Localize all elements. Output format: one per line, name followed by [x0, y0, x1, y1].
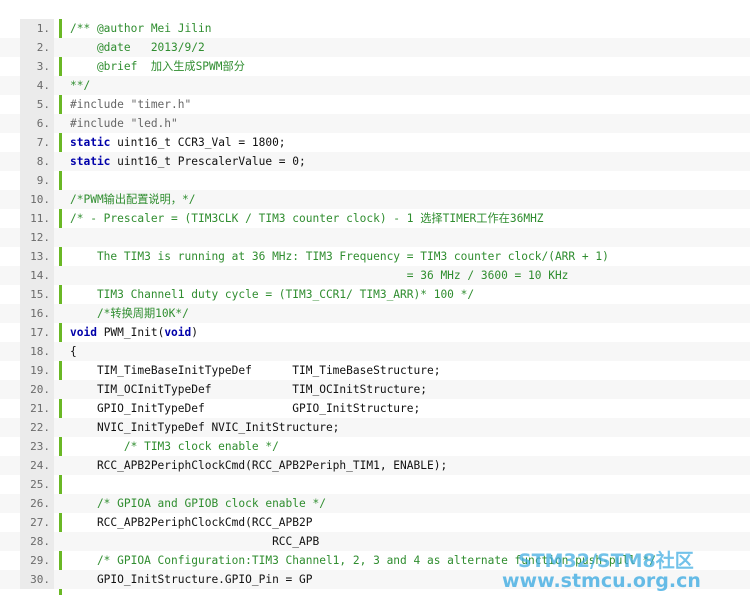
line-number: 10. — [20, 190, 54, 209]
code-line: 7. static uint16_t CCR3_Val = 1800; — [0, 133, 750, 152]
code-line: 17. void PWM_Init(void) — [0, 323, 750, 342]
code-line: 22. NVIC_InitTypeDef NVIC_InitStructure; — [0, 418, 750, 437]
line-number: 27. — [20, 513, 54, 532]
code-line: 19. TIM_TimeBaseInitTypeDef TIM_TimeBase… — [0, 361, 750, 380]
line-number: 28. — [20, 532, 54, 551]
line-number: 8. — [20, 152, 54, 171]
code-text: static uint16_t PrescalerValue = 0; — [70, 155, 306, 168]
code-line: 20. TIM_OCInitTypeDef TIM_OCInitStructur… — [0, 380, 750, 399]
line-number: 12. — [20, 228, 54, 247]
code-text: RCC_APB — [70, 535, 320, 548]
line-number: 16. — [20, 304, 54, 323]
code-text: /*转换周期10K*/ — [70, 307, 189, 320]
code-text: TIM_TimeBaseInitTypeDef TIM_TimeBaseStru… — [70, 364, 441, 377]
code-text: RCC_APB2PeriphClockCmd(RCC_APB2P — [70, 516, 313, 529]
line-number: 7. — [20, 133, 54, 152]
code-text: NVIC_InitTypeDef NVIC_InitStructure; — [70, 421, 340, 434]
code-line: 21. GPIO_InitTypeDef GPIO_InitStructure; — [0, 399, 750, 418]
code-text: /* - Prescaler = (TIM3CLK / TIM3 counter… — [70, 212, 544, 225]
code-text: TIM3 Channel1 duty cycle = (TIM3_CCR1/ T… — [70, 288, 475, 301]
code-line: 1. /** @author Mei Jilin — [0, 19, 750, 38]
code-line: 15. TIM3 Channel1 duty cycle = (TIM3_CCR… — [0, 285, 750, 304]
code-text: /*PWM输出配置说明，*/ — [70, 193, 196, 206]
code-text: /* TIM3 clock enable */ — [70, 440, 279, 453]
line-number: 23. — [20, 437, 54, 456]
line-number: 1. — [20, 19, 54, 38]
line-number: 21. — [20, 399, 54, 418]
code-line: 11. /* - Prescaler = (TIM3CLK / TIM3 coun… — [0, 209, 750, 228]
code-text: GPIO_InitTypeDef GPIO_InitStructure; — [70, 402, 421, 415]
code-line: 5. #include "timer.h" — [0, 95, 750, 114]
line-number: 19. — [20, 361, 54, 380]
code-text: GPIO_InitStructure.GPIO_Pin = GP — [70, 573, 313, 586]
code-text: **/ — [70, 79, 91, 92]
code-line: 8. static uint16_t PrescalerValue = 0; — [0, 152, 750, 171]
line-number: 9. — [20, 171, 54, 190]
line-number: 3. — [20, 57, 54, 76]
line-number: 5. — [20, 95, 54, 114]
line-number: 4. — [20, 76, 54, 95]
code-line: 16. /*转换周期10K*/ — [0, 304, 750, 323]
line-number: 15. — [20, 285, 54, 304]
code-text: #include "timer.h" — [70, 98, 192, 111]
code-text: @date 2013/9/2 — [70, 41, 205, 54]
line-number: 24. — [20, 456, 54, 475]
line-number: 13. — [20, 247, 54, 266]
line-number: 22. — [20, 418, 54, 437]
code-text: /** @author Mei Jilin — [70, 22, 212, 35]
line-number: 30. — [20, 570, 54, 589]
code-listing: 1. /** @author Mei Jilin 2. @date 2013/9/2… — [0, 0, 750, 605]
code-text: void PWM_Init(void) — [70, 326, 199, 339]
code-text: The TIM3 is running at 36 MHz: TIM3 Freq… — [70, 250, 609, 263]
code-line: 26. /* GPIOA and GPIOB clock enable */ — [0, 494, 750, 513]
line-number: 11. — [20, 209, 54, 228]
code-text: TIM_OCInitTypeDef TIM_OCInitStructure; — [70, 383, 427, 396]
watermark-url: www.stmcu.org.cn — [502, 570, 701, 592]
line-number: 6. — [20, 114, 54, 133]
code-text: static uint16_t CCR3_Val = 1800; — [70, 136, 286, 149]
line-number: 18. — [20, 342, 54, 361]
code-line: 24. RCC_APB2PeriphClockCmd(RCC_APB2Perip… — [0, 456, 750, 475]
line-number: 14. — [20, 266, 54, 285]
code-line: 23. /* TIM3 clock enable */ — [0, 437, 750, 456]
code-line: 6. #include "led.h" — [0, 114, 750, 133]
code-text: { — [70, 345, 77, 358]
line-number: 25. — [20, 475, 54, 494]
code-line: 2. @date 2013/9/2 — [0, 38, 750, 57]
code-line: 14. = 36 MHz / 3600 = 10 KHz — [0, 266, 750, 285]
code-line: 25. — [0, 475, 750, 494]
code-line: 9. — [0, 171, 750, 190]
line-number: 26. — [20, 494, 54, 513]
code-text: RCC_APB2PeriphClockCmd(RCC_APB2Periph_TI… — [70, 459, 448, 472]
code-text: = 36 MHz / 3600 = 10 KHz — [70, 269, 569, 282]
code-line: 10. /*PWM输出配置说明，*/ — [0, 190, 750, 209]
code-line: 4. **/ — [0, 76, 750, 95]
code-text: /* GPIOA and GPIOB clock enable */ — [70, 497, 326, 510]
line-number: 20. — [20, 380, 54, 399]
code-line: 27. RCC_APB2PeriphClockCmd(RCC_APB2P — [0, 513, 750, 532]
line-number: 17. — [20, 323, 54, 342]
code-line: 13. The TIM3 is running at 36 MHz: TIM3 … — [0, 247, 750, 266]
line-number: 29. — [20, 551, 54, 570]
line-number: 2. — [20, 38, 54, 57]
code-line: 3. @brief 加入生成SPWM部分 — [0, 57, 750, 76]
code-text: #include "led.h" — [70, 117, 178, 130]
code-line: 18. { — [0, 342, 750, 361]
watermark-community-name: STM32/STM8社区 — [518, 550, 694, 572]
code-line: 12. — [0, 228, 750, 247]
code-text: @brief 加入生成SPWM部分 — [70, 60, 245, 73]
